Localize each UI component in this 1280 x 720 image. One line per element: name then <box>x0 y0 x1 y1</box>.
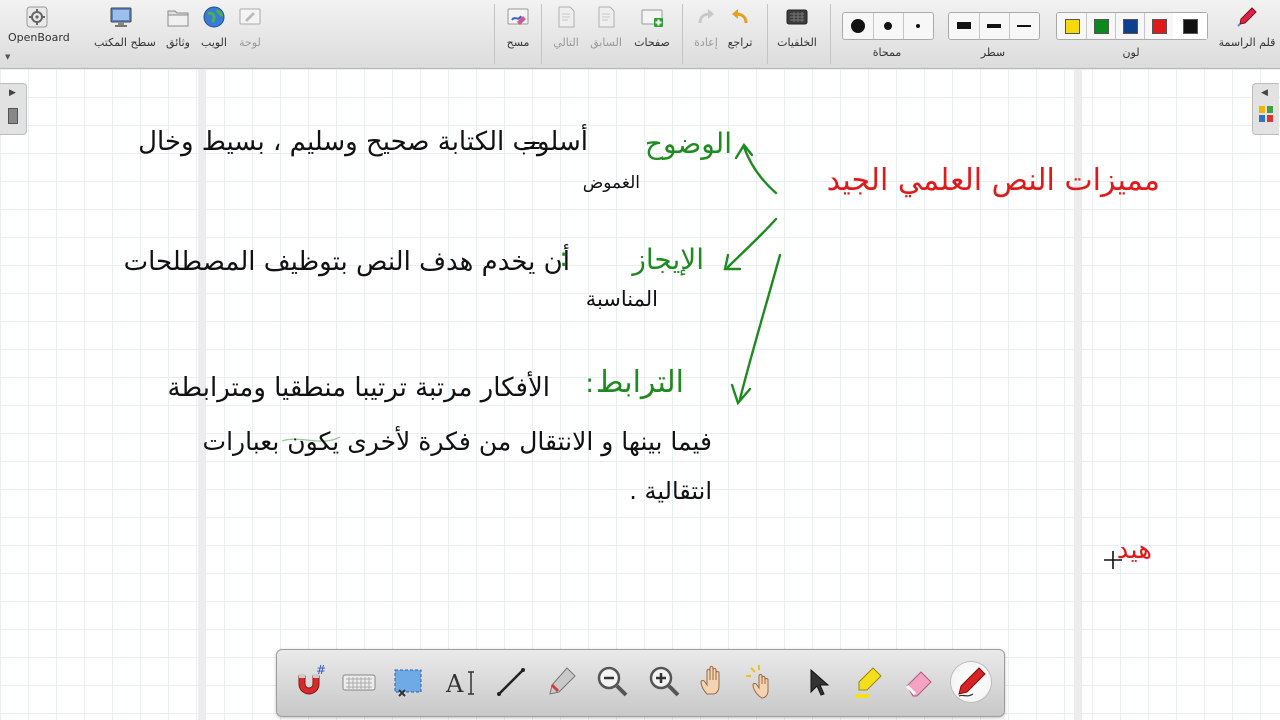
erase-board-icon <box>507 8 529 25</box>
next-page-icon <box>558 6 575 28</box>
erase-label: مسح <box>506 36 530 49</box>
color-swatch-blue[interactable] <box>1115 13 1145 39</box>
text-tool-icon[interactable]: A <box>441 662 481 702</box>
eraser-icon[interactable] <box>899 662 939 702</box>
text-clarity[interactable]: أسلوب الكتابة صحيح وسليم ، بسيط وخال <box>138 127 588 157</box>
desktop-icon <box>110 7 132 27</box>
undo-icon <box>732 9 748 24</box>
backgrounds-icon <box>786 9 808 25</box>
tool-dock: # A <box>276 649 1005 717</box>
previous-label: السابق <box>590 36 622 49</box>
laser-pointer-icon[interactable] <box>745 662 785 702</box>
pen-icon <box>1237 7 1257 27</box>
zoom-out-icon[interactable] <box>593 662 633 702</box>
text-coherence-cont[interactable]: فيما بينها و الانتقال من فكرة لأخرى يكون… <box>203 427 712 456</box>
color-label: لون <box>1122 46 1140 59</box>
chevron-down-icon: ▼ <box>5 53 11 61</box>
highlighter-icon[interactable] <box>849 662 889 702</box>
magnet-icon[interactable]: # <box>289 662 329 702</box>
redo-icon <box>698 9 714 24</box>
app-label: OpenBoard <box>8 31 70 44</box>
pen-settings-button[interactable]: قلم الراسمة <box>1216 4 1278 49</box>
backgrounds-label: الخلفيات <box>777 36 817 49</box>
svg-text:A: A <box>445 670 464 698</box>
color-chip <box>1094 19 1109 34</box>
folder-icon <box>167 10 189 27</box>
hand-icon[interactable] <box>695 662 735 702</box>
color-swatch-yellow[interactable] <box>1057 13 1087 39</box>
line-tool-icon[interactable] <box>491 662 531 702</box>
capture-icon[interactable] <box>389 662 429 702</box>
top-toolbar: OpenBoard ▼ سطح المكتب وثائق الويب لوحة … <box>0 0 1280 69</box>
gear-icon <box>26 6 48 28</box>
backgrounds-button[interactable]: الخلفيات <box>772 4 822 49</box>
marker-tool-icon[interactable] <box>541 662 581 702</box>
toolbar-divider <box>682 4 683 64</box>
openboard-menu-button[interactable]: OpenBoard ▼ <box>5 4 70 61</box>
zoom-in-icon[interactable] <box>645 662 685 702</box>
line-width-medium[interactable] <box>979 13 1010 39</box>
text-clarity-cont[interactable]: الغموض <box>583 173 640 193</box>
heading-clarity[interactable]: الوضوح <box>645 127 732 160</box>
board-label: لوحة <box>239 36 261 49</box>
previous-page-button[interactable]: السابق <box>584 4 628 49</box>
pages-label: صفحات <box>634 36 670 49</box>
add-page-button[interactable]: صفحات <box>630 4 674 49</box>
undo-label: تراجع <box>727 36 753 49</box>
text-coherence-cont2[interactable]: انتقالية . <box>629 477 712 505</box>
next-page-button[interactable]: التالي <box>544 4 588 49</box>
text-coherence[interactable]: الأفكار مرتبة ترتيبا منطقيا ومترابطة <box>167 373 550 403</box>
next-label: التالي <box>553 36 579 49</box>
toolbar-divider <box>767 4 768 64</box>
board-icon <box>239 8 261 25</box>
text-brevity-cont[interactable]: المناسبة <box>586 287 658 311</box>
heading-brevity[interactable]: الإيجاز <box>632 243 704 276</box>
eraser-size-medium[interactable] <box>873 13 904 39</box>
line-label: سطر <box>980 46 1006 59</box>
color-chip <box>1183 19 1198 34</box>
color-chip <box>1152 19 1167 34</box>
eraser-size-small[interactable] <box>903 13 933 39</box>
arrow-to-clarity <box>742 145 778 195</box>
color-swatch-red[interactable] <box>1144 13 1174 39</box>
desktop-button[interactable]: سطح المكتب <box>94 4 156 49</box>
svg-text:#: # <box>316 663 326 677</box>
color-swatch-green[interactable] <box>1086 13 1116 39</box>
erase-board-button[interactable]: مسح <box>496 4 540 49</box>
board-title[interactable]: مميزات النص العلمي الجيد <box>827 163 1160 198</box>
previous-page-icon <box>598 6 615 28</box>
line-width-selector <box>948 12 1040 40</box>
undo-button[interactable]: تراجع <box>718 4 762 49</box>
board-button[interactable]: لوحة <box>228 4 272 49</box>
line-width-thick[interactable] <box>949 13 980 39</box>
text-brevity[interactable]: أن يخدم هدف النص بتوظيف المصطلحات <box>124 247 570 277</box>
add-page-icon <box>641 9 663 27</box>
color-swatch-black[interactable] <box>1173 13 1207 39</box>
toolbar-divider <box>541 4 542 64</box>
arrow-to-brevity <box>726 217 778 269</box>
eraser-size-large[interactable] <box>843 13 874 39</box>
color-selector <box>1056 12 1208 40</box>
keyboard-icon[interactable] <box>339 662 379 702</box>
eraser-size-selector <box>842 12 934 40</box>
color-chip <box>1123 19 1138 34</box>
pen-icon[interactable] <box>951 662 991 702</box>
color-chip <box>1065 19 1080 34</box>
pen-label: قلم الراسمة <box>1218 36 1276 49</box>
arrow-to-coherence <box>738 253 782 401</box>
colon-mark: : <box>585 369 594 399</box>
toolbar-divider <box>494 4 495 64</box>
whiteboard-canvas[interactable]: ▶ ◀ مميزات النص العلمي الجيد الوضوح = أس… <box>0 69 1280 720</box>
arrow-head <box>734 142 754 160</box>
board-note[interactable]: هيد <box>1117 535 1152 565</box>
globe-icon <box>203 6 225 28</box>
selector-icon[interactable] <box>797 662 837 702</box>
heading-coherence[interactable]: الترابط <box>596 365 684 400</box>
eraser-label: ممحاة <box>872 46 902 59</box>
toolbar-divider <box>830 4 831 64</box>
line-width-thin[interactable] <box>1009 13 1039 39</box>
desktop-label: سطح المكتب <box>94 36 156 49</box>
